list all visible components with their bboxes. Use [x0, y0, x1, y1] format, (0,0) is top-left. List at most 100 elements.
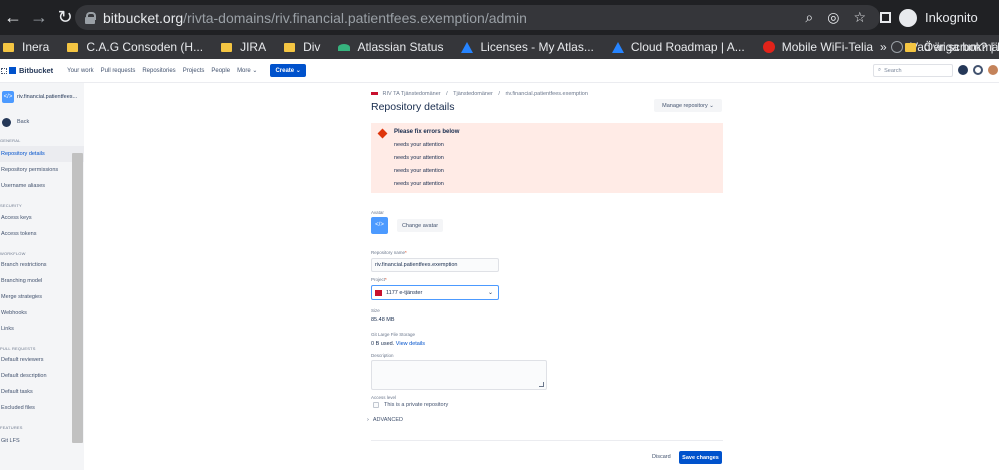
private-repo-label[interactable]: This is a private repository	[384, 402, 448, 408]
bookmark-cloud-roadmap[interactable]: Cloud Roadmap | A...	[611, 40, 745, 54]
bookmark-label: Inera	[22, 40, 50, 54]
error-message: needs your attention	[394, 168, 444, 174]
breadcrumb: RIV TA Tjänstedomäner / Tjänstedomäner /…	[371, 91, 588, 97]
advanced-label: ADVANCED	[372, 417, 403, 423]
back-label: Back	[17, 119, 30, 125]
nav-projects[interactable]: Projects	[183, 68, 205, 74]
back-arrow-icon[interactable]: ←	[0, 0, 26, 35]
settings-gear-icon[interactable]	[973, 65, 983, 75]
error-title: Please fix errors below	[394, 129, 460, 135]
project-logo-icon	[371, 92, 378, 96]
project-label-text: Project	[371, 277, 386, 282]
atlassian-icon	[461, 41, 474, 53]
code-repo-icon: </>	[2, 91, 14, 103]
help-icon[interactable]	[958, 65, 968, 75]
repo-name-input[interactable]: riv.financial.patientfees.exemption	[371, 258, 499, 272]
form-divider	[371, 440, 723, 441]
bookmark-atlassian-status[interactable]: Atlassian Status	[338, 40, 443, 54]
project-value: 1177 e-tjänster	[386, 289, 423, 296]
discard-button[interactable]: Discard	[652, 454, 671, 460]
repository-settings-sidebar: </> riv.financial.patientfees... Back GE…	[0, 83, 84, 470]
description-textarea[interactable]	[371, 360, 547, 390]
url-host: bitbucket.org	[103, 9, 184, 26]
logo-text: Bitbucket	[19, 66, 54, 75]
error-banner: Please fix errors below needs your atten…	[371, 123, 723, 193]
breadcrumb-separator: /	[446, 91, 448, 97]
bookmark-cag[interactable]: C.A.G Consoden (H...	[67, 40, 203, 54]
star-icon[interactable]: ☆	[853, 5, 866, 30]
nav-pull-requests[interactable]: Pull requests	[101, 68, 136, 74]
resize-grip-icon[interactable]	[539, 382, 544, 387]
url-text: bitbucket.org/rivta-domains/riv.financia…	[103, 10, 527, 26]
atlassian-status-icon	[338, 43, 351, 51]
app-switcher-icon[interactable]	[1, 68, 7, 74]
forward-arrow-icon[interactable]: →	[26, 0, 52, 35]
private-repo-checkbox[interactable]	[373, 402, 379, 408]
code-repo-icon: </>	[375, 222, 384, 228]
atlassian-icon	[611, 41, 624, 53]
repo-name-label-text: Repository name	[371, 250, 406, 255]
bitbucket-logo-icon	[9, 67, 16, 74]
search-input[interactable]: ⌕ Search	[873, 64, 953, 77]
zoom-icon[interactable]: ⌕	[805, 5, 813, 30]
bookmark-label: Div	[303, 40, 321, 54]
sidebar-scrollbar[interactable]	[72, 153, 83, 443]
chevron-right-icon: ›	[367, 417, 369, 423]
bookmark-label: Mobile WiFi-Telia	[781, 40, 874, 54]
eye-off-icon[interactable]: ◎	[827, 5, 839, 30]
save-changes-button[interactable]: Save changes	[679, 451, 722, 464]
bitbucket-logo[interactable]: Bitbucket	[9, 66, 53, 75]
create-button[interactable]: Create ⌄	[270, 64, 306, 77]
breadcrumb-item[interactable]: RIV TA Tjänstedomäner	[383, 91, 441, 97]
section-general: GENERAL	[0, 138, 21, 143]
breadcrumb-item[interactable]: Tjänstedomäner	[453, 91, 493, 97]
breadcrumb-item[interactable]: riv.financial.patientfees.exemption	[505, 91, 587, 97]
required-mark: *	[405, 250, 407, 255]
private-repo-row[interactable]: This is a private repository	[373, 402, 448, 408]
bookmark-jira[interactable]: JIRA	[221, 40, 266, 54]
project-select[interactable]: 1177 e-tjänster ⌄	[371, 285, 499, 300]
nav-more[interactable]: More ⌄	[237, 67, 257, 74]
nav-people[interactable]: People	[211, 68, 230, 74]
lfs-usage: 0 B used. View details	[371, 341, 425, 347]
bookmarks-bar: Inera C.A.G Consoden (H... JIRA Div Atla…	[0, 35, 999, 59]
url-path: /rivta-domains/riv.financial.patientfees…	[183, 9, 527, 26]
bookmarks-overflow-button[interactable]: »	[880, 40, 887, 54]
view-details-link[interactable]: View details	[396, 341, 425, 347]
lock-icon[interactable]	[85, 12, 96, 24]
side-panel-icon[interactable]	[880, 12, 891, 23]
nav-your-work[interactable]: Your work	[67, 68, 93, 74]
description-label: Description	[371, 353, 394, 358]
profile-label[interactable]: Inkognito	[925, 10, 978, 25]
nav-repositories[interactable]: Repositories	[142, 68, 175, 74]
manage-repository-button[interactable]: Manage repository ⌄	[654, 99, 722, 112]
search-placeholder: Search	[884, 67, 902, 74]
lfs-used: 0 B used.	[371, 341, 395, 347]
advanced-toggle[interactable]: › ADVANCED	[367, 417, 403, 423]
bookmark-div[interactable]: Div	[284, 40, 320, 54]
back-link[interactable]: Back	[0, 111, 84, 131]
address-bar[interactable]: bitbucket.org/rivta-domains/riv.financia…	[75, 5, 880, 30]
search-icon: ⌕	[878, 67, 882, 73]
user-avatar[interactable]	[988, 65, 998, 75]
lfs-label: Git Large File Storage	[371, 332, 416, 337]
breadcrumb-separator: /	[498, 91, 500, 97]
error-message: needs your attention	[394, 155, 444, 161]
folder-icon	[3, 42, 14, 52]
bookmark-mobile-wifi[interactable]: Mobile WiFi-Telia	[762, 40, 874, 54]
other-bookmarks[interactable]: Övriga bokmärken	[924, 40, 999, 54]
error-message: needs your attention	[394, 142, 444, 148]
repo-name-label: Repository name*	[371, 250, 407, 255]
change-avatar-button[interactable]: Change avatar	[397, 219, 443, 232]
bookmark-licenses[interactable]: Licenses - My Atlas...	[461, 40, 594, 54]
browser-toolbar: ← → ↻ bitbucket.org/rivta-domains/riv.fi…	[0, 0, 999, 35]
huawei-icon	[762, 41, 775, 53]
sidebar-repo-header[interactable]: </> riv.financial.patientfees...	[0, 83, 84, 111]
repo-avatar: </>	[371, 217, 388, 234]
bookmark-label: Atlassian Status	[357, 40, 444, 54]
bookmark-inera[interactable]: Inera	[3, 40, 49, 54]
incognito-icon[interactable]	[899, 8, 917, 27]
required-mark: *	[385, 277, 387, 282]
repository-details-form: RIV TA Tjänstedomäner / Tjänstedomäner /…	[367, 83, 723, 470]
bookmark-label: C.A.G Consoden (H...	[86, 40, 204, 54]
